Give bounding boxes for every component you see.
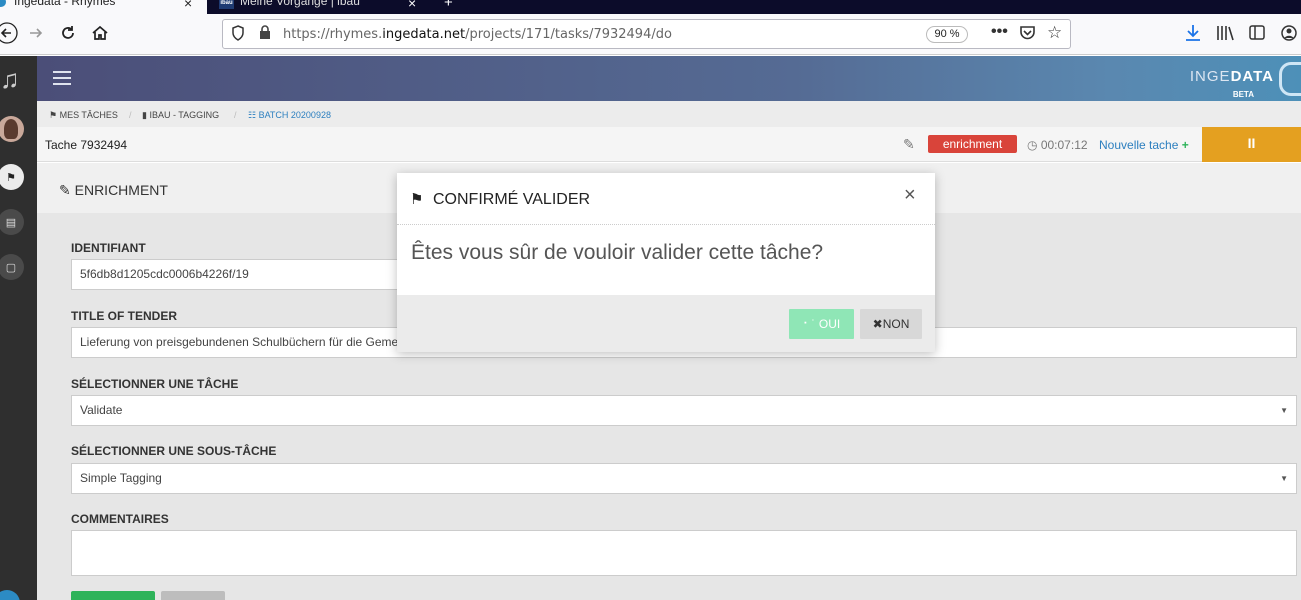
close-icon[interactable]: × [904,184,916,207]
lock-icon[interactable] [259,25,271,44]
confirm-no-button[interactable]: ✖NON [860,309,922,339]
help-icon[interactable] [0,590,20,600]
library-icon[interactable] [1216,25,1234,45]
new-tab-button[interactable]: + [444,0,453,11]
tab-title: Meine Vorgänge | ibau [240,0,360,8]
forward-icon[interactable] [25,22,47,44]
reload-icon[interactable] [57,22,79,44]
star-icon[interactable]: ☆ [1047,23,1062,43]
confirm-dialog: ⚑ CONFIRMÉ VALIDER × Êtes vous sûr de vo… [397,173,935,352]
close-tab-icon[interactable]: × [184,0,192,11]
shield-icon[interactable] [231,25,245,45]
spinner-icon: ⠂˙ [802,317,816,331]
music-note-logo-icon[interactable]: ♫ [0,64,28,94]
avatar[interactable] [0,116,24,142]
pocket-icon[interactable] [1019,25,1036,45]
more-icon[interactable]: ••• [991,23,1008,41]
modal-footer: ⠂˙ OUI ✖NON [397,295,935,352]
sidebar-icon[interactable] [1249,25,1265,44]
url-bar[interactable]: https://rhymes.ingedata.net/projects/171… [222,19,1071,49]
flag-icon: ⚑ [410,191,424,208]
browser-navbar: https://rhymes.ingedata.net/projects/171… [0,14,1301,55]
confirm-yes-button[interactable]: ⠂˙ OUI [789,309,854,339]
archive-icon[interactable]: ▤ [0,209,24,235]
browser-tab-active[interactable]: Ingedata - Rhymes × [0,0,207,14]
zoom-level[interactable]: 90 % [926,26,968,43]
url-text[interactable]: https://rhymes.ingedata.net/projects/171… [283,27,672,42]
ingedata-favicon-icon [0,0,6,7]
app-sidebar: ♫ ⚑ ▤ ▢ [0,56,37,600]
flag-icon[interactable]: ⚑ [0,164,24,190]
browser-tabbar: Ingedata - Rhymes × ibau Meine Vorgänge … [0,0,1301,14]
browser-tab[interactable]: ibau Meine Vorgänge | ibau × [208,0,440,14]
home-icon[interactable] [89,22,111,44]
modal-title: CONFIRMÉ VALIDER [433,191,591,208]
modal-message: Êtes vous sûr de vouloir valider cette t… [411,241,824,264]
close-tab-icon[interactable]: × [408,0,416,11]
download-icon[interactable] [1185,24,1201,46]
ibau-favicon-icon: ibau [219,0,234,9]
document-icon[interactable]: ▢ [0,254,24,280]
modal-header: ⚑ CONFIRMÉ VALIDER × [397,173,935,225]
close-icon: ✖ [872,317,883,331]
account-icon[interactable] [1281,25,1297,45]
back-icon[interactable] [0,22,18,44]
tab-title: Ingedata - Rhymes [14,0,116,8]
